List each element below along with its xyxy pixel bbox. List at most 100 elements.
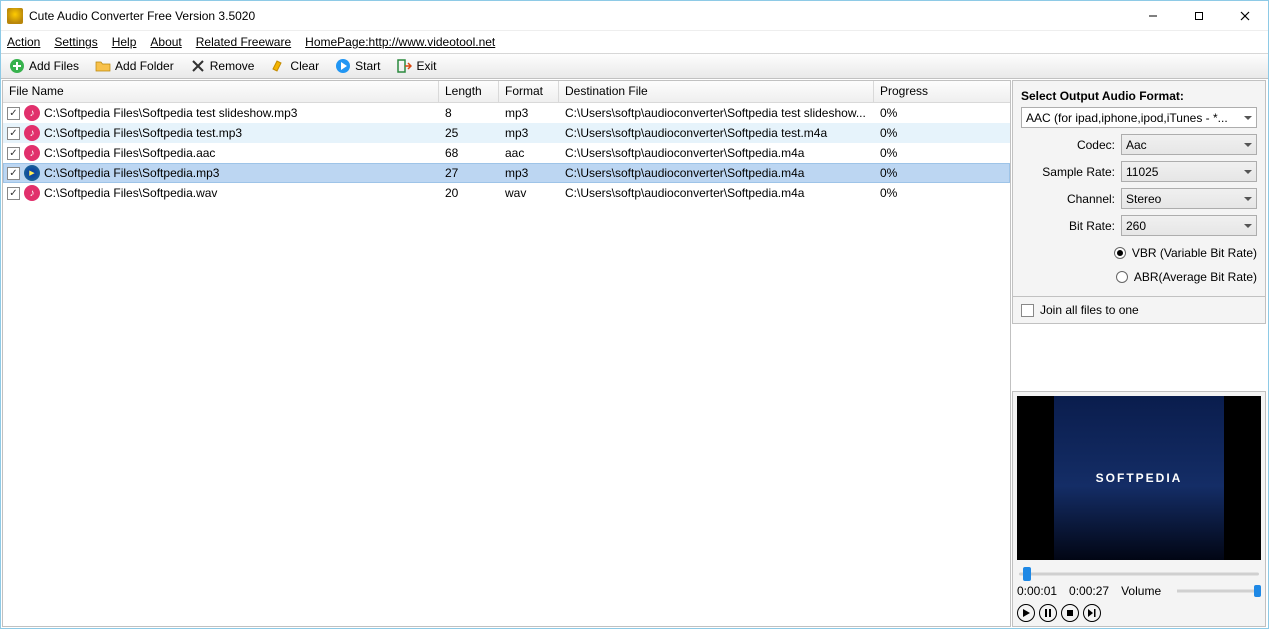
music-icon [24, 105, 40, 121]
file-progress: 0% [874, 126, 994, 140]
clear-button[interactable]: Clear [266, 57, 323, 75]
file-length: 20 [439, 186, 499, 200]
menu-homepage[interactable]: HomePage:http://www.videotool.net [305, 35, 495, 49]
join-files-label: Join all files to one [1040, 303, 1139, 317]
file-rows: ✓ C:\Softpedia Files\Softpedia test slide… [3, 103, 1010, 203]
file-format: mp3 [499, 126, 559, 140]
file-destination: C:\Users\softp\audioconverter\Softpedia.… [559, 166, 874, 180]
titlebar: Cute Audio Converter Free Version 3.5020 [1, 1, 1268, 31]
play-icon [335, 58, 351, 74]
file-progress: 0% [874, 186, 994, 200]
row-checkbox[interactable]: ✓ [7, 187, 20, 200]
toolbar-label: Clear [290, 59, 319, 73]
preview-brand: SOFTPEDIA [1054, 396, 1225, 560]
pause-button[interactable] [1039, 604, 1057, 622]
column-length[interactable]: Length [439, 81, 499, 102]
file-progress: 0% [874, 146, 994, 160]
menu-settings[interactable]: Settings [54, 35, 97, 49]
time-current: 0:00:01 [1017, 584, 1057, 598]
app-icon [7, 8, 23, 24]
vbr-radio[interactable] [1114, 247, 1126, 259]
plus-icon [9, 58, 25, 74]
remove-button[interactable]: Remove [186, 57, 259, 75]
file-list-panel: File Name Length Format Destination File… [2, 80, 1011, 627]
row-checkbox[interactable]: ✓ [7, 167, 20, 180]
file-name: C:\Softpedia Files\Softpedia test slides… [44, 106, 297, 120]
output-format-label: Select Output Audio Format: [1021, 89, 1257, 103]
menu-related-freeware[interactable]: Related Freeware [196, 35, 291, 49]
table-row[interactable]: ✓C:\Softpedia Files\Softpedia.wav20wavC:… [3, 183, 1010, 203]
file-destination: C:\Users\softp\audioconverter\Softpedia.… [559, 146, 874, 160]
file-length: 8 [439, 106, 499, 120]
row-checkbox[interactable]: ✓ [7, 127, 20, 140]
table-row[interactable]: ✓ C:\Softpedia Files\Softpedia.mp3 27mp3C:… [3, 163, 1010, 183]
table-row[interactable]: ✓ C:\Softpedia Files\Softpedia test.mp3 25… [3, 123, 1010, 143]
row-checkbox[interactable]: ✓ [7, 107, 20, 120]
toolbar: Add Files Add Folder Remove Clear Start … [1, 53, 1268, 79]
toolbar-label: Exit [416, 59, 436, 73]
close-button[interactable] [1222, 1, 1268, 30]
file-name: C:\Softpedia Files\Softpedia.mp3 [44, 166, 219, 180]
file-format: mp3 [499, 166, 559, 180]
menubar: Action Settings Help About Related Freew… [1, 31, 1268, 53]
channel-dropdown[interactable]: Stereo [1121, 188, 1257, 209]
menu-about[interactable]: About [150, 35, 181, 49]
playing-icon [24, 165, 40, 181]
abr-label: ABR(Average Bit Rate) [1134, 270, 1257, 284]
file-length: 25 [439, 126, 499, 140]
row-checkbox[interactable]: ✓ [7, 147, 20, 160]
window-controls [1130, 1, 1268, 30]
file-name: C:\Softpedia Files\Softpedia.wav [44, 186, 217, 200]
add-files-button[interactable]: Add Files [5, 57, 83, 75]
column-format[interactable]: Format [499, 81, 559, 102]
channel-label: Channel: [1021, 192, 1121, 206]
preview-display: SOFTPEDIA [1017, 396, 1261, 560]
codec-dropdown[interactable]: Aac [1121, 134, 1257, 155]
exit-button[interactable]: Exit [392, 57, 440, 75]
file-length: 27 [439, 166, 499, 180]
table-row[interactable]: ✓ C:\Softpedia Files\Softpedia test slide… [3, 103, 1010, 123]
codec-label: Codec: [1021, 138, 1121, 152]
output-format-group: Select Output Audio Format: AAC (for ipa… [1012, 80, 1266, 297]
seek-slider[interactable] [1017, 566, 1261, 582]
music-icon [24, 125, 40, 141]
file-progress: 0% [874, 166, 994, 180]
side-panel: Select Output Audio Format: AAC (for ipa… [1012, 80, 1266, 627]
file-length: 68 [439, 146, 499, 160]
sample-rate-dropdown[interactable]: 11025 [1121, 161, 1257, 182]
toolbar-label: Add Files [29, 59, 79, 73]
preview-panel: SOFTPEDIA 0:00:01 0:00:27 Volume [1012, 391, 1266, 627]
bitrate-label: Bit Rate: [1021, 219, 1121, 233]
file-destination: C:\Users\softp\audioconverter\Softpedia.… [559, 186, 874, 200]
volume-slider[interactable] [1177, 584, 1261, 598]
column-destination[interactable]: Destination File [559, 81, 874, 102]
music-icon [24, 145, 40, 161]
time-total: 0:00:27 [1069, 584, 1109, 598]
file-destination: C:\Users\softp\audioconverter\Softpedia … [559, 126, 874, 140]
file-destination: C:\Users\softp\audioconverter\Softpedia … [559, 106, 874, 120]
column-progress[interactable]: Progress [874, 81, 994, 102]
file-name: C:\Softpedia Files\Softpedia.aac [44, 146, 215, 160]
minimize-button[interactable] [1130, 1, 1176, 30]
play-button[interactable] [1017, 604, 1035, 622]
next-button[interactable] [1083, 604, 1101, 622]
column-headers: File Name Length Format Destination File… [3, 81, 1010, 103]
output-format-dropdown[interactable]: AAC (for ipad,iphone,ipod,iTunes - *... [1021, 107, 1257, 128]
exit-icon [396, 58, 412, 74]
maximize-button[interactable] [1176, 1, 1222, 30]
menu-help[interactable]: Help [112, 35, 137, 49]
bitrate-dropdown[interactable]: 260 [1121, 215, 1257, 236]
abr-radio[interactable] [1116, 271, 1128, 283]
stop-button[interactable] [1061, 604, 1079, 622]
column-file-name[interactable]: File Name [3, 81, 439, 102]
file-progress: 0% [874, 106, 994, 120]
table-row[interactable]: ✓C:\Softpedia Files\Softpedia.aac68aacC:… [3, 143, 1010, 163]
vbr-label: VBR (Variable Bit Rate) [1132, 246, 1257, 260]
add-folder-button[interactable]: Add Folder [91, 57, 178, 75]
menu-action[interactable]: Action [7, 35, 40, 49]
music-icon [24, 185, 40, 201]
join-files-checkbox[interactable] [1021, 304, 1034, 317]
file-name: C:\Softpedia Files\Softpedia test.mp3 [44, 126, 242, 140]
start-button[interactable]: Start [331, 57, 384, 75]
volume-label: Volume [1121, 584, 1161, 598]
